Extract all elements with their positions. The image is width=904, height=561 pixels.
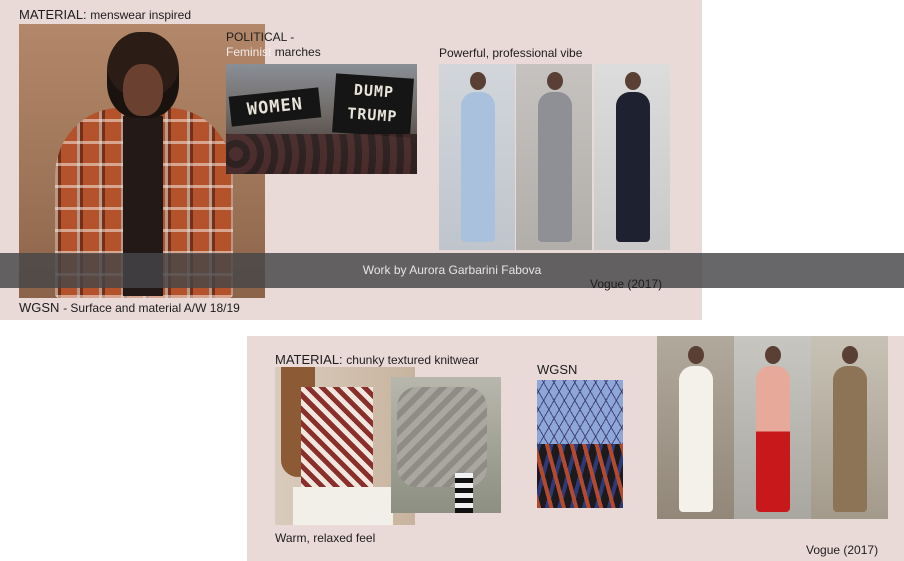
knit-swatch-blue: [537, 380, 623, 444]
runway-photo-pink-sweater-red-pants: [734, 336, 811, 519]
vogue-credit-top: Vogue (2017): [590, 277, 663, 291]
runway-photo-grey-coat: [516, 64, 592, 250]
warm-caption: Warm, relaxed feel: [275, 531, 376, 545]
watermark-banner: Work by Aurora Garbarini Fabova: [0, 253, 904, 288]
runway-photo-white-knit: [657, 336, 734, 519]
runway-photo-light-blue-dress: [439, 64, 515, 250]
wgsn-heading-bottom: WGSN: [537, 362, 578, 377]
powerful-caption: Powerful, professional vibe: [439, 46, 583, 60]
material-heading-top: MATERIAL: menswear inspired: [19, 7, 191, 23]
runway-photo-camel-knit: [811, 336, 888, 519]
material-description: chunky textured knitwear: [346, 353, 480, 367]
material-description: menswear inspired: [90, 8, 192, 22]
knit-swatch-patterned: [537, 444, 623, 508]
protest-sign-dump-trump: DUMP TRUMP: [332, 73, 414, 138]
material-label: MATERIAL:: [275, 352, 343, 367]
material-heading-bottom: MATERIAL: chunky textured knitwear: [275, 352, 479, 368]
vogue-credit-bottom: Vogue (2017): [806, 543, 879, 557]
watermark-text: Work by Aurora Garbarini Fabova: [362, 263, 542, 277]
runway-photo-black-suit: [594, 64, 670, 250]
political-subheading: Feminist marches: [226, 45, 321, 60]
wgsn-heading-top: WGSN - Surface and material A/W 18/19: [19, 300, 240, 316]
protest-sign-women: WOMEN: [228, 87, 322, 127]
political-text-feminist: Feminist: [226, 45, 272, 59]
material-label: MATERIAL:: [19, 7, 87, 22]
wgsn-description: - Surface and material A/W 18/19: [63, 301, 240, 315]
cable-knit-sweater-photo: [391, 377, 501, 513]
feminist-march-photo: WOMEN DUMP TRUMP: [226, 64, 417, 174]
political-text-marches: marches: [274, 45, 321, 59]
political-heading: POLITICAL -: [226, 30, 295, 44]
wgsn-label: WGSN: [19, 300, 60, 315]
